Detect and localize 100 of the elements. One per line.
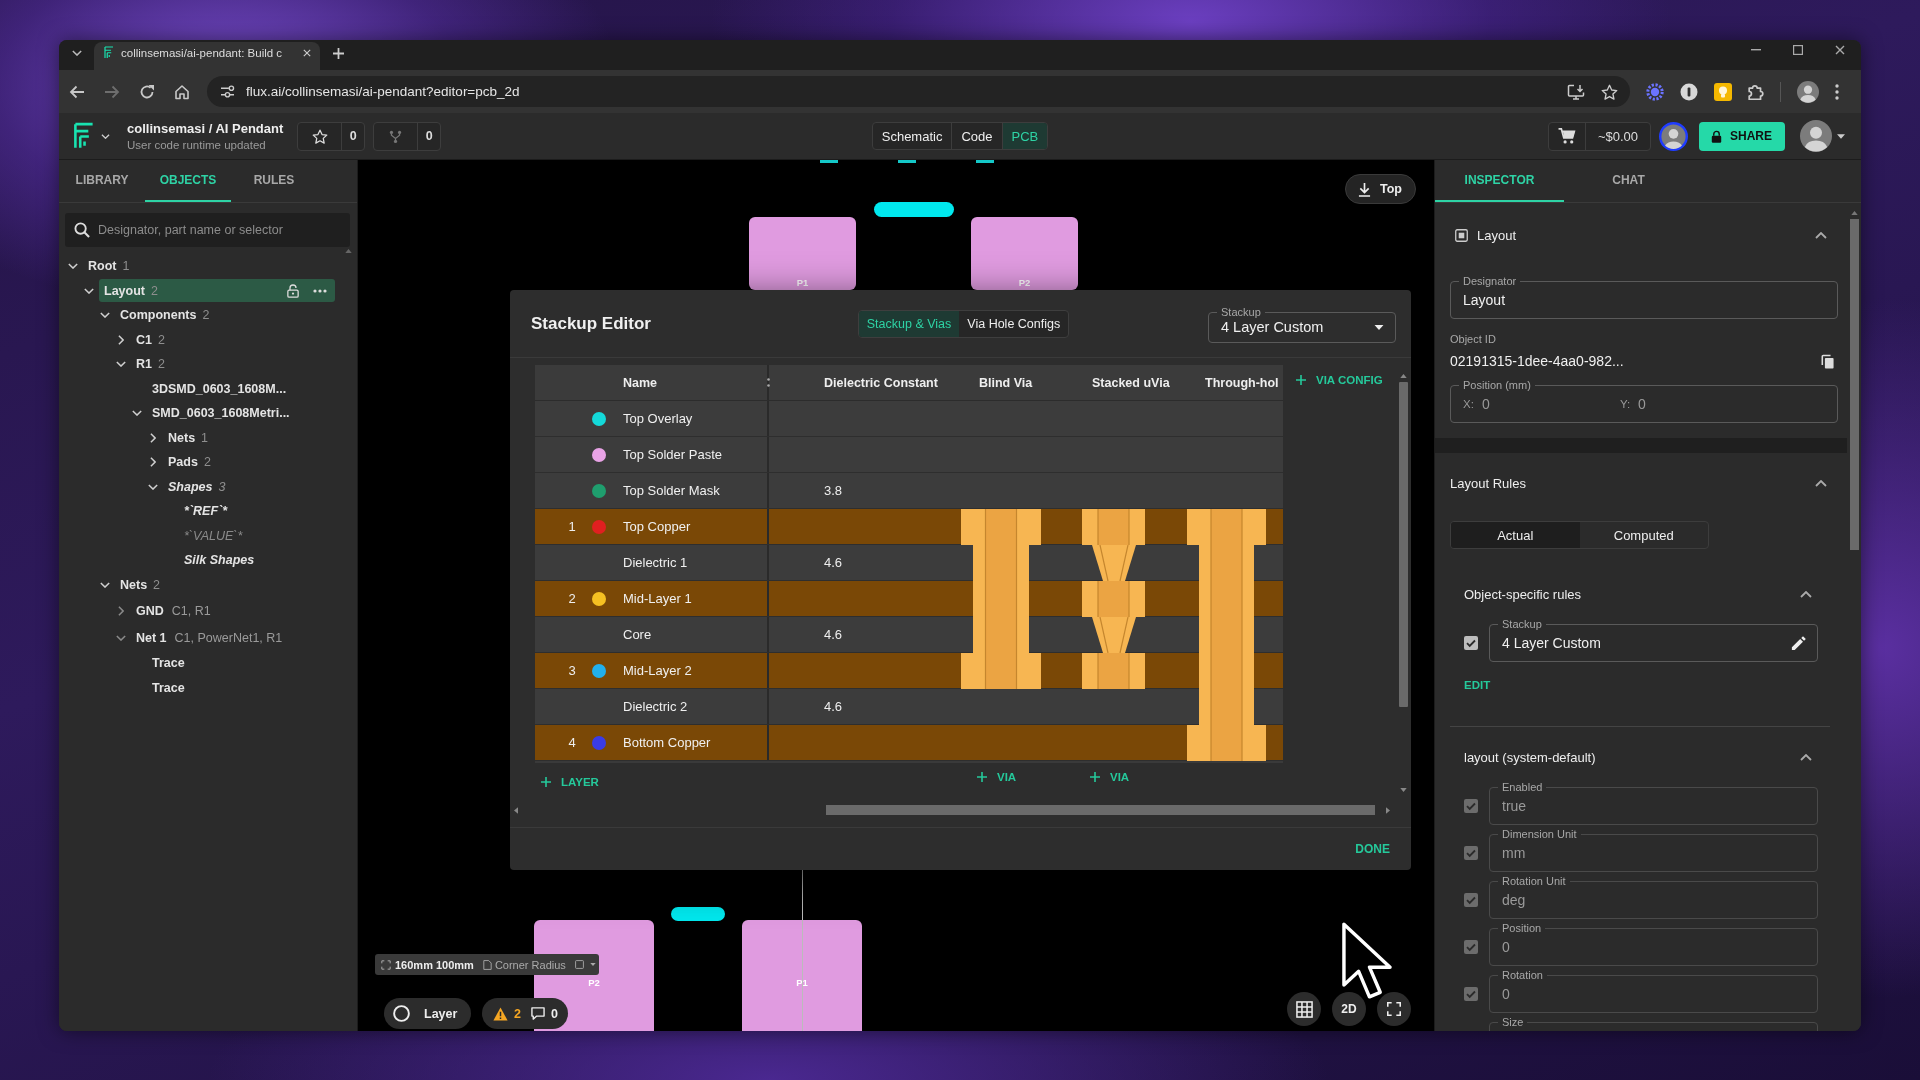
tree-item[interactable]: Silk Shapes: [179, 548, 260, 572]
dialog-tab[interactable]: Via Hole Configs: [959, 310, 1069, 337]
browser-tab[interactable]: collinsemasi/ai-pendant: Build c: [94, 42, 320, 70]
bulb-icon[interactable]: [1714, 82, 1732, 101]
close-icon[interactable]: [303, 49, 311, 57]
lock-icon[interactable]: [287, 283, 299, 298]
checkbox[interactable]: [1464, 636, 1478, 650]
chevron-right-icon[interactable]: [150, 432, 156, 443]
scroll-up-icon[interactable]: [1851, 211, 1858, 215]
tree-item[interactable]: Nets 1: [163, 426, 214, 450]
tree-item[interactable]: Trace: [147, 676, 190, 700]
tree-item[interactable]: Components 2: [115, 303, 215, 327]
site-settings-icon[interactable]: [220, 85, 235, 98]
more-icon[interactable]: [313, 288, 327, 293]
done-button[interactable]: DONE: [1355, 842, 1390, 856]
tree-item[interactable]: GND C1, R1: [131, 599, 216, 622]
tree-item[interactable]: Pads 2: [163, 450, 216, 474]
layer-row[interactable]: Core 4.6: [535, 617, 1283, 653]
star-icon[interactable]: [311, 128, 328, 144]
logo-icon[interactable]: [73, 122, 95, 150]
dialog-tab[interactable]: Stackup & Vias: [858, 310, 960, 337]
close-icon[interactable]: [1835, 45, 1845, 55]
fork-icon[interactable]: [389, 129, 403, 143]
chevron-up-icon[interactable]: [1815, 479, 1827, 487]
coordinate-value[interactable]: 0: [1638, 396, 1653, 412]
chevron-up-icon[interactable]: [1800, 590, 1812, 598]
layer-dot-icon[interactable]: [592, 591, 606, 606]
rule-field[interactable]: Stackup 4 Layer Custom: [1489, 617, 1818, 662]
tree-item[interactable]: *`VALUE`*: [179, 524, 248, 548]
layer-row[interactable]: Top Solder Mask 3.8: [535, 473, 1283, 509]
column-resize-handle-icon[interactable]: [767, 378, 770, 387]
add-via-button[interactable]: VIA: [1090, 770, 1130, 784]
share-button[interactable]: SHARE: [1699, 121, 1785, 151]
layer-row[interactable]: 4 Bottom Copper: [535, 725, 1283, 761]
layer-row[interactable]: 1 Top Copper: [535, 509, 1283, 545]
cart-icon[interactable]: [1558, 128, 1576, 144]
layer-row[interactable]: 2 Mid-Layer 1: [535, 581, 1283, 617]
tree-item[interactable]: *`REF`*: [179, 499, 233, 523]
stackup-select[interactable]: Stackup 4 Layer Custom: [1208, 304, 1396, 343]
panel-tab[interactable]: INSPECTOR: [1435, 160, 1564, 202]
side-button[interactable]: Top: [1345, 174, 1416, 204]
chevron-right-icon[interactable]: [118, 605, 124, 616]
mode-tab[interactable]: Actual: [1451, 522, 1580, 548]
coordinate-value[interactable]: 0: [1481, 396, 1496, 412]
layer-row[interactable]: 3 Mid-Layer 2: [535, 653, 1283, 689]
layer-row[interactable]: Top Overlay: [535, 401, 1283, 437]
scrollbar-thumb[interactable]: [826, 805, 1375, 815]
tree-item[interactable]: Layout 2: [99, 279, 335, 303]
avatar-icon[interactable]: [1797, 80, 1819, 103]
chevron-down-icon[interactable]: [84, 287, 94, 294]
gear-icon[interactable]: [1646, 82, 1664, 101]
position-field[interactable]: Position (mm) X: 0 Y: 0: [1450, 378, 1838, 423]
maximize-icon[interactable]: [1793, 45, 1803, 55]
avatar-icon[interactable]: [1800, 120, 1832, 152]
chevron-up-icon[interactable]: [1800, 753, 1812, 761]
edit-button[interactable]: EDIT: [1464, 677, 1491, 693]
minimize-icon[interactable]: [1751, 49, 1761, 51]
caret-icon[interactable]: [1837, 133, 1845, 139]
corner-radius-label[interactable]: Corner Radius: [494, 958, 566, 971]
chevron-down-icon[interactable]: [72, 50, 82, 56]
back-icon[interactable]: [69, 84, 85, 99]
chevron-down-icon[interactable]: [100, 581, 110, 588]
star-icon[interactable]: [1601, 83, 1618, 100]
panel-tab[interactable]: LIBRARY: [59, 160, 145, 202]
add-layer-button[interactable]: LAYER: [541, 775, 599, 789]
layer-row[interactable]: Top Solder Paste: [535, 437, 1283, 473]
editor-tab[interactable]: Code: [952, 123, 1003, 149]
extensions-icon[interactable]: [1748, 83, 1764, 100]
caret-icon[interactable]: [589, 963, 596, 966]
address-bar[interactable]: flux.ai/collinsemasi/ai-pendant?editor=pcb_2d: [207, 76, 1630, 107]
scroll-up-icon[interactable]: [345, 249, 352, 253]
avatar-icon[interactable]: [1659, 121, 1688, 151]
panel-tab[interactable]: RULES: [231, 160, 317, 202]
tree-item[interactable]: C1 2: [131, 328, 170, 352]
scroll-up-icon[interactable]: [1399, 374, 1407, 378]
tree-item[interactable]: Trace: [147, 651, 190, 675]
tree-item[interactable]: R1 2: [131, 352, 170, 376]
chevron-up-icon[interactable]: [1815, 231, 1827, 239]
add-via-button[interactable]: VIA: [977, 770, 1017, 784]
panel-tab[interactable]: OBJECTS: [145, 160, 231, 202]
tree-item[interactable]: Net 1 C1, PowerNet1, R1: [131, 626, 288, 649]
layer-dot-icon[interactable]: [592, 519, 606, 534]
scroll-down-icon[interactable]: [1399, 788, 1407, 792]
square-icon[interactable]: [574, 960, 584, 969]
warnings-button[interactable]: 2: [488, 1001, 526, 1026]
chevron-down-icon[interactable]: [68, 263, 78, 270]
layer-dot-icon[interactable]: [592, 483, 606, 498]
scrollbar-thumb[interactable]: [1398, 382, 1408, 707]
chevron-right-icon[interactable]: [150, 457, 156, 468]
search-field[interactable]: Designator, part name or selector: [65, 213, 350, 247]
plus-icon[interactable]: [333, 48, 344, 59]
layer-dot-icon[interactable]: [592, 411, 606, 426]
chevron-down-icon[interactable]: [116, 634, 126, 641]
scroll-right-icon[interactable]: [1386, 806, 1390, 814]
chevron-right-icon[interactable]: [118, 334, 124, 345]
circle-badge-icon[interactable]: [1680, 82, 1698, 101]
project-title[interactable]: collinsemasi / AI Pendant: [127, 121, 284, 136]
chevron-down-icon[interactable]: [100, 312, 110, 319]
tree-item[interactable]: Nets 2: [115, 573, 166, 597]
layer-button[interactable]: Layer: [384, 998, 471, 1029]
